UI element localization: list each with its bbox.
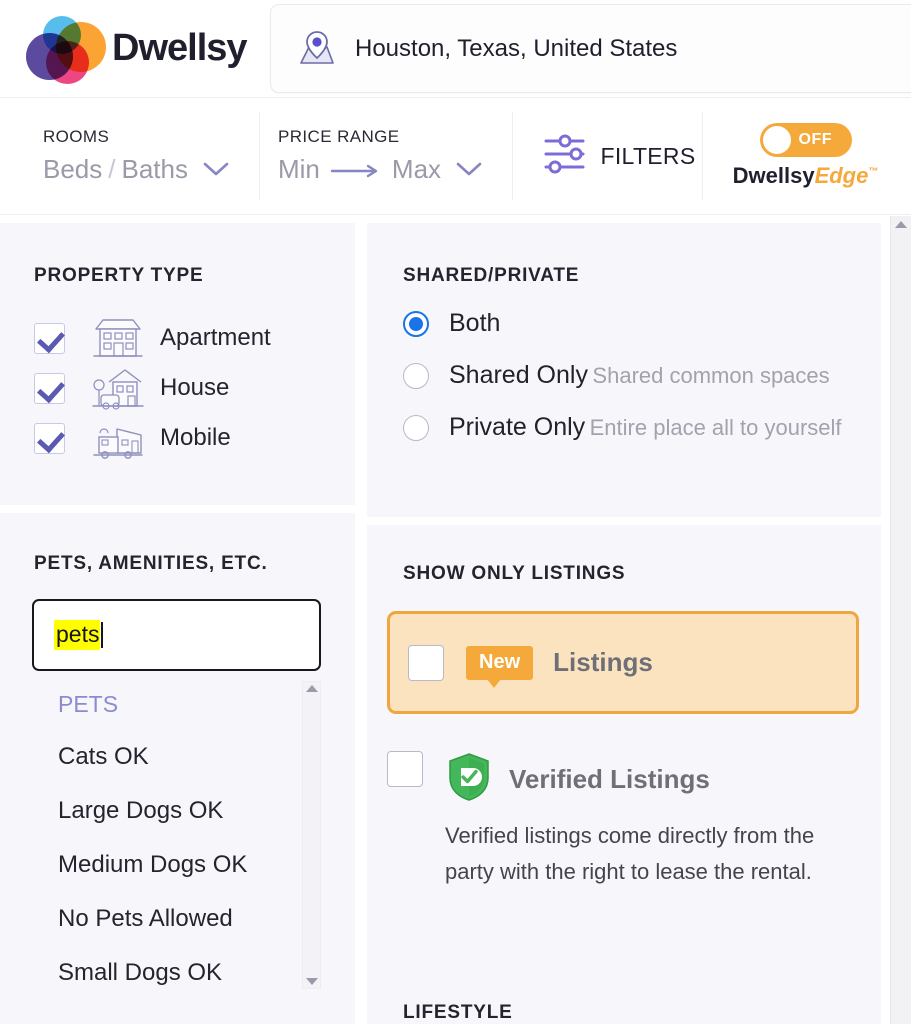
- rooms-separator: /: [108, 154, 116, 184]
- house-icon: [90, 365, 146, 411]
- property-type-option-mobile[interactable]: Mobile: [34, 413, 355, 463]
- page-scrollbar[interactable]: [890, 216, 911, 1024]
- toggle-state-label: OFF: [798, 131, 832, 148]
- trademark-mark: ™: [868, 166, 879, 178]
- private-only-radio[interactable]: [403, 415, 429, 441]
- edge-brand-first: Dwellsy: [732, 163, 815, 188]
- private-only-description: Entire place all to yourself: [589, 415, 842, 440]
- shared-only-radio[interactable]: [403, 363, 429, 389]
- property-type-option-house[interactable]: House: [34, 363, 355, 413]
- baths-value: Baths: [121, 154, 189, 184]
- dwellsy-circles-logo-icon: [24, 14, 110, 84]
- arrow-right-icon: [330, 154, 382, 185]
- show-only-listings-title: SHOW ONLY LISTINGS: [403, 563, 626, 584]
- dwellsy-edge-toggle-group[interactable]: OFF DwellsyEdge™: [703, 98, 908, 214]
- rooms-label: ROOMS: [43, 127, 110, 146]
- both-radio[interactable]: [403, 311, 429, 337]
- mobile-home-icon: [90, 415, 146, 461]
- scroll-up-arrow-icon[interactable]: [895, 221, 907, 228]
- verified-listings-option[interactable]: Verified Listings Verified listings come…: [387, 751, 881, 889]
- filters-label: FILTERS: [600, 142, 696, 169]
- mobile-checkbox[interactable]: [34, 422, 65, 454]
- toggle-knob: [762, 126, 791, 154]
- new-listings-checkbox[interactable]: [408, 644, 444, 681]
- dwellsy-filters-page: Dwellsy Houston, Texas, United States RO…: [0, 0, 911, 1024]
- brand-name: Dwellsy: [112, 27, 248, 69]
- dwellsy-edge-toggle[interactable]: OFF: [759, 123, 852, 157]
- both-texts: Both: [449, 307, 500, 339]
- property-type-card: PROPERTY TYPE Apartment House Mobile: [0, 223, 355, 505]
- shared-private-card: SHARED/PRIVATE Both Shared Only Shared c…: [367, 223, 881, 517]
- verified-listings-label: Verified Listings: [509, 764, 710, 794]
- scroll-down-arrow-icon[interactable]: [305, 978, 318, 985]
- apartment-checkbox[interactable]: [34, 322, 65, 354]
- location-value: Houston, Texas, United States: [355, 34, 678, 62]
- private-only-texts: Private Only Entire place all to yoursel…: [449, 411, 842, 443]
- rooms-value: Beds / Baths: [43, 154, 260, 185]
- price-max-value: Max: [391, 154, 442, 184]
- new-listings-label: Listings: [553, 647, 653, 677]
- pets-suggestions-dropdown: PETS Cats OK Large Dogs OK Medium Dogs O…: [0, 677, 330, 1000]
- apartment-building-icon: [90, 315, 146, 361]
- app-header: Dwellsy Houston, Texas, United States: [0, 0, 911, 97]
- pets-amenities-card: PETS, AMENITIES, ETC. pets PETS Cats OK …: [0, 513, 355, 1024]
- chevron-down-icon[interactable]: [455, 154, 483, 185]
- dropdown-scrollbar[interactable]: [302, 681, 321, 989]
- show-only-listings-card: SHOW ONLY LISTINGS New Listings Verified…: [367, 525, 881, 1024]
- apartment-label: Apartment: [160, 324, 271, 351]
- house-label: House: [160, 374, 230, 401]
- shared-only-texts: Shared Only Shared common spaces: [449, 359, 830, 391]
- verified-listings-description: Verified listings come directly from the…: [445, 823, 815, 884]
- location-search-input[interactable]: Houston, Texas, United States: [270, 4, 911, 93]
- beds-value: Beds: [43, 154, 103, 184]
- house-checkbox[interactable]: [34, 372, 65, 404]
- list-item[interactable]: Cats OK: [0, 730, 330, 784]
- pets-search-value: pets: [54, 620, 101, 650]
- price-min-value: Min: [278, 154, 320, 184]
- shared-private-option-both[interactable]: Both: [403, 307, 881, 339]
- property-type-title: PROPERTY TYPE: [34, 265, 204, 286]
- both-label: Both: [449, 309, 501, 337]
- lifestyle-card: LIFESTYLE: [367, 958, 881, 1024]
- suggestion-group-header: PETS: [58, 691, 119, 717]
- shared-only-description: Shared common spaces: [592, 363, 830, 388]
- price-range-value: Min Max: [278, 154, 513, 185]
- verified-listings-checkbox[interactable]: [387, 751, 423, 787]
- map-pin-icon: [300, 30, 334, 64]
- filters-body: PROPERTY TYPE Apartment House Mobile PET…: [0, 216, 911, 1024]
- shared-private-title: SHARED/PRIVATE: [403, 265, 580, 286]
- rooms-selector[interactable]: ROOMS Beds / Baths: [0, 98, 260, 214]
- chevron-down-icon[interactable]: [202, 154, 230, 185]
- verified-listings-body: Verified Listings Verified listings come…: [445, 751, 837, 889]
- list-item[interactable]: Large Dogs OK: [0, 784, 330, 838]
- private-only-label: Private Only: [449, 413, 586, 441]
- new-badge: New: [466, 645, 534, 688]
- shared-only-label: Shared Only: [449, 361, 588, 389]
- text-caret: [101, 622, 104, 648]
- pets-search-input[interactable]: pets: [32, 599, 321, 671]
- sliders-icon: [543, 130, 589, 183]
- verified-shield-icon: [445, 751, 493, 808]
- pets-suggestion-list: PETS Cats OK Large Dogs OK Medium Dogs O…: [0, 677, 330, 1000]
- list-item[interactable]: Medium Dogs OK: [0, 838, 330, 892]
- lifestyle-title: LIFESTYLE: [403, 1002, 513, 1023]
- dwellsy-edge-brand: DwellsyEdge™: [733, 163, 879, 189]
- shared-private-option-shared-only[interactable]: Shared Only Shared common spaces: [403, 359, 881, 391]
- list-item[interactable]: No Pets Allowed: [0, 892, 330, 946]
- verified-listings-head: Verified Listings: [445, 751, 837, 808]
- mobile-label: Mobile: [160, 424, 231, 451]
- edge-brand-second: Edge: [814, 163, 869, 188]
- filters-button[interactable]: FILTERS: [513, 98, 703, 214]
- shared-private-option-private-only[interactable]: Private Only Entire place all to yoursel…: [403, 411, 881, 443]
- pets-amenities-title: PETS, AMENITIES, ETC.: [34, 553, 268, 574]
- scroll-up-arrow-icon[interactable]: [305, 685, 318, 692]
- price-range-selector[interactable]: PRICE RANGE Min Max: [260, 98, 513, 214]
- filters-toolbar: ROOMS Beds / Baths PRICE RANGE Min Max F…: [0, 97, 911, 215]
- brand-logo[interactable]: Dwellsy: [24, 14, 248, 84]
- price-range-label: PRICE RANGE: [278, 127, 400, 146]
- new-listings-option[interactable]: New Listings: [387, 611, 859, 714]
- list-item[interactable]: Small Dogs OK: [0, 946, 330, 1000]
- property-type-option-apartment[interactable]: Apartment: [34, 313, 355, 363]
